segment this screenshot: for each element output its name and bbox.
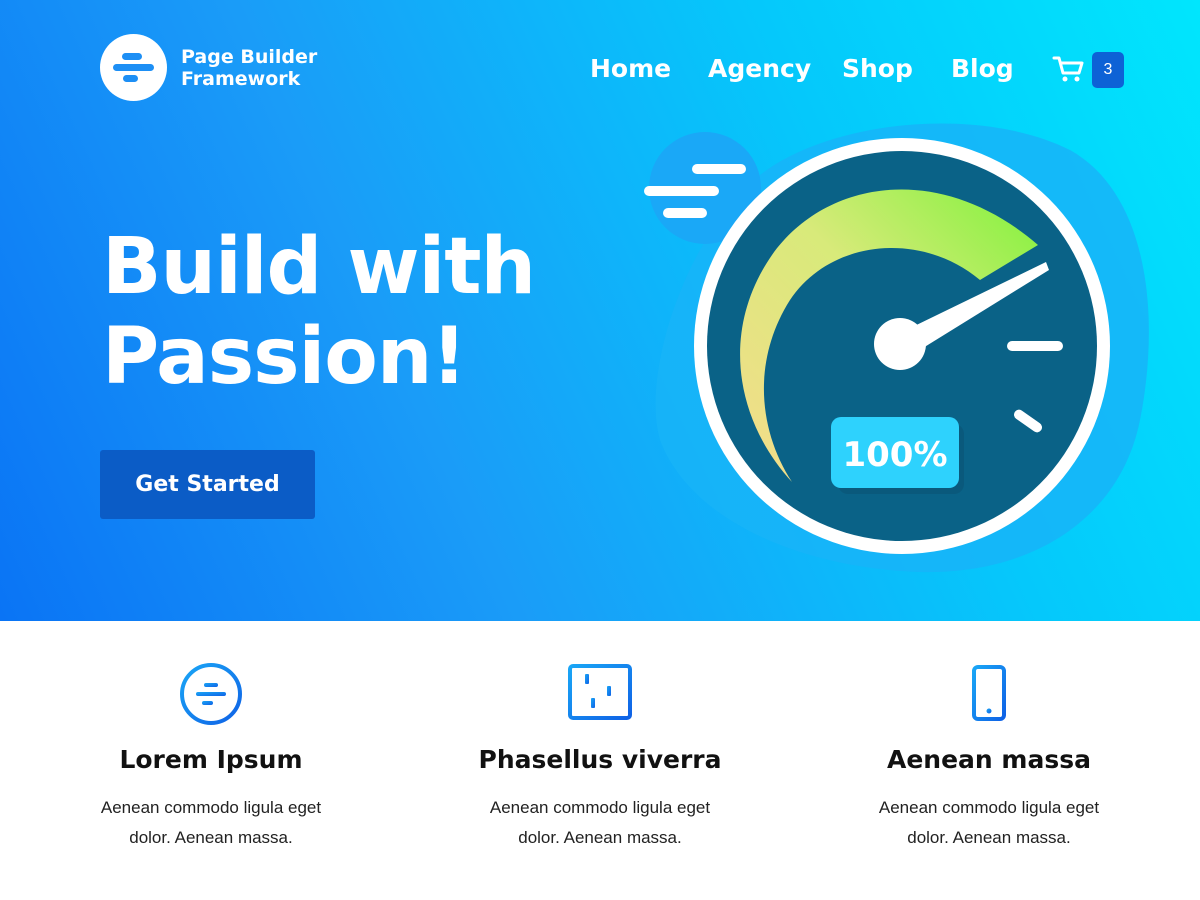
feature-text-line-2: dolor. Aenean massa. <box>518 828 682 847</box>
main-nav: Home Agency Shop Blog <box>0 52 1200 92</box>
feature-text-line-1: Aenean commodo ligula eget <box>489 798 711 817</box>
feature-text-line-1: Aenean commodo ligula eget <box>100 798 322 817</box>
cart-count-badge[interactable]: 3 <box>1092 52 1124 88</box>
features-section: Lorem Ipsum Aenean commodo ligula eget d… <box>0 621 1200 900</box>
hero-title: Build with Passion! <box>102 222 622 402</box>
feature-text-line-1: Aenean commodo ligula eget <box>878 798 1100 817</box>
nav-link-shop[interactable]: Shop <box>842 52 913 86</box>
stripes-circle-icon <box>180 663 242 725</box>
hero-title-line-1: Build with <box>102 222 536 312</box>
feature-text-line-2: dolor. Aenean massa. <box>907 828 1071 847</box>
gauge-hub <box>874 318 926 370</box>
nav-link-home[interactable]: Home <box>590 52 671 86</box>
feature-text: Aenean commodo ligula eget dolor. Aenean… <box>61 793 361 853</box>
speedometer-illustration: 100% <box>644 123 1149 573</box>
sliders-icon <box>568 664 632 720</box>
feature-title: Phasellus viverra <box>478 745 722 774</box>
feature-title: Lorem Ipsum <box>119 745 303 774</box>
hero-title-line-2: Passion! <box>102 312 467 402</box>
get-started-button[interactable]: Get Started <box>100 450 315 519</box>
feature-text: Aenean commodo ligula eget dolor. Aenean… <box>839 793 1139 853</box>
feature-text: Aenean commodo ligula eget dolor. Aenean… <box>450 793 750 853</box>
feature-title: Aenean massa <box>887 745 1091 774</box>
gauge-value: 100% <box>842 435 947 475</box>
hero-section: Page Builder Framework Home Agency Shop … <box>0 0 1200 621</box>
nav-link-agency[interactable]: Agency <box>708 52 811 86</box>
smartphone-icon <box>972 665 1006 721</box>
feature-text-line-2: dolor. Aenean massa. <box>129 828 293 847</box>
nav-link-blog[interactable]: Blog <box>951 52 1014 86</box>
cart-icon[interactable] <box>1052 54 1086 84</box>
